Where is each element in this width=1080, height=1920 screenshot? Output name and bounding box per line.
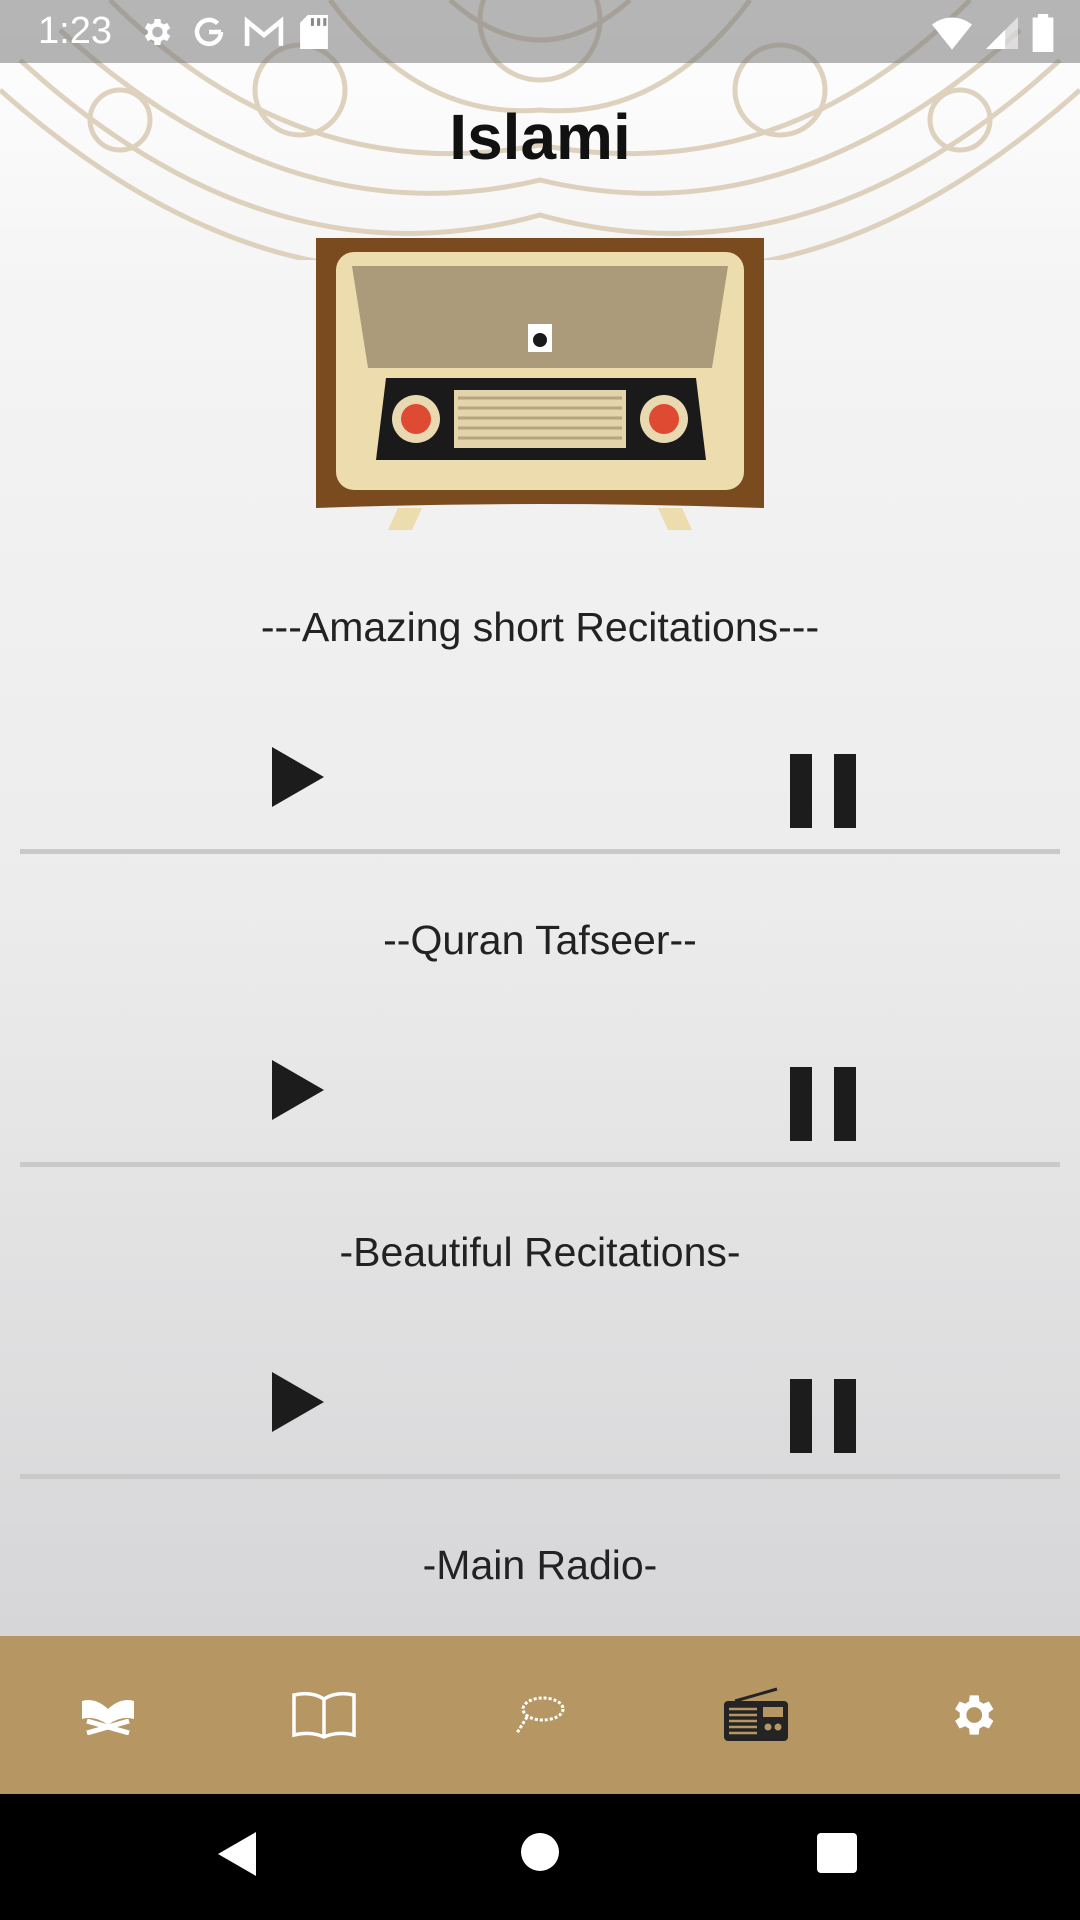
station-title: -Beautiful Recitations- bbox=[339, 1229, 741, 1275]
nav-item-sebha[interactable] bbox=[432, 1636, 648, 1794]
home-icon[interactable] bbox=[520, 1832, 560, 1872]
app-title: Islami bbox=[449, 101, 631, 173]
system-navigation-bar bbox=[0, 1794, 1080, 1920]
nav-item-radio[interactable] bbox=[648, 1636, 864, 1794]
google-icon bbox=[194, 17, 224, 47]
battery-icon bbox=[1032, 14, 1054, 52]
divider bbox=[20, 849, 1060, 854]
nav-item-hadith[interactable] bbox=[216, 1636, 432, 1794]
status-bar: 1:23 bbox=[0, 0, 1080, 63]
divider bbox=[20, 1474, 1060, 1479]
radio-illustration bbox=[316, 238, 764, 530]
play-button[interactable] bbox=[268, 1370, 328, 1434]
hadith-book-icon bbox=[292, 1691, 356, 1739]
sd-card-icon bbox=[300, 15, 328, 49]
station-title: --Quran Tafseer-- bbox=[383, 917, 697, 963]
radio-icon bbox=[724, 1687, 788, 1741]
status-time: 1:23 bbox=[38, 10, 112, 52]
gmail-icon bbox=[244, 16, 284, 46]
back-icon[interactable] bbox=[216, 1830, 258, 1878]
bottom-navigation bbox=[0, 1636, 1080, 1794]
nav-item-quran[interactable] bbox=[0, 1636, 216, 1794]
play-button[interactable] bbox=[268, 1058, 328, 1122]
nav-item-settings[interactable] bbox=[864, 1636, 1080, 1794]
wifi-icon bbox=[932, 17, 972, 50]
quran-icon bbox=[82, 1700, 134, 1735]
signal-icon bbox=[986, 17, 1018, 49]
station-title: -Main Radio- bbox=[422, 1542, 658, 1588]
pause-button[interactable] bbox=[788, 1377, 858, 1455]
settings-icon bbox=[144, 18, 171, 46]
divider bbox=[20, 1162, 1060, 1167]
settings-icon bbox=[955, 1695, 994, 1735]
pause-button[interactable] bbox=[788, 752, 858, 830]
play-button[interactable] bbox=[268, 745, 328, 809]
station-title: ---Amazing short Recitations--- bbox=[260, 604, 820, 650]
recents-icon[interactable] bbox=[816, 1832, 858, 1874]
sebha-icon bbox=[515, 1696, 565, 1734]
pause-button[interactable] bbox=[788, 1065, 858, 1143]
